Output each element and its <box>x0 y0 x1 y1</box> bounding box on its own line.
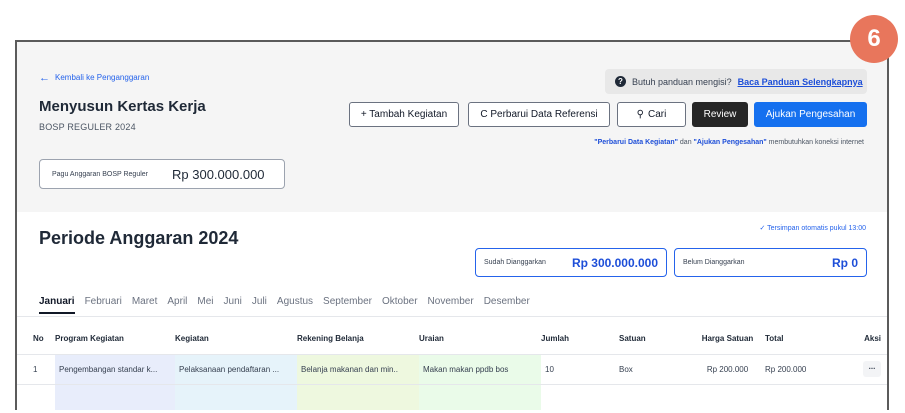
cell-rekening: Belanja makanan dan min.. <box>297 354 419 385</box>
budgeted-value: Rp 300.000.000 <box>571 255 658 270</box>
note-part2: dan <box>677 139 694 146</box>
tab-juni[interactable]: Juni <box>224 296 242 314</box>
budget-ceiling-card: Pagu Anggaran BOSP Reguler Rp 300.000.00… <box>39 159 285 189</box>
col-program: Program Kegiatan <box>55 324 175 355</box>
autosave-text: Tersimpan otomatis pukul 13:00 <box>767 225 866 232</box>
cell-kegiatan: Pelaksanaan pendaftaran ... <box>175 354 297 385</box>
tab-september[interactable]: September <box>323 296 372 314</box>
header-panel: ← Kembali ke Penganggaran Menyusun Kerta… <box>17 42 887 212</box>
budgeted-card: Sudah Dianggarkan Rp 300.000.000 <box>475 248 667 277</box>
check-icon: ✓ <box>759 225 766 232</box>
tabs-divider <box>17 316 887 317</box>
app-frame: ← Kembali ke Penganggaran Menyusun Kerta… <box>15 40 889 410</box>
note-part4: membutuhkan koneksi internet <box>766 139 864 146</box>
table-row[interactable]: 1 Pengembangan standar k... Pelaksanaan … <box>17 354 887 385</box>
col-no: No <box>17 324 55 355</box>
cell-jumlah: 10 <box>541 354 619 385</box>
budget-ceiling-label: Pagu Anggaran BOSP Reguler <box>52 170 148 178</box>
col-rekening: Rekening Belanja <box>297 324 419 355</box>
tab-maret[interactable]: Maret <box>132 296 158 314</box>
tab-april[interactable]: April <box>167 296 187 314</box>
col-satuan: Satuan <box>619 324 690 355</box>
tab-agustus[interactable]: Agustus <box>277 296 313 314</box>
unbudgeted-label: Belum Dianggarkan <box>683 259 745 266</box>
help-link[interactable]: Baca Panduan Selengkapnya <box>738 77 863 87</box>
refresh-reference-button[interactable]: C Perbarui Data Referensi <box>468 102 610 127</box>
submit-approval-button[interactable]: Ajukan Pengesahan <box>754 102 867 127</box>
col-kegiatan: Kegiatan <box>175 324 297 355</box>
cell-program: Pengembangan standar k... <box>55 354 175 385</box>
cell-uraian: Makan makan ppdb bos <box>419 354 541 385</box>
tab-juli[interactable]: Juli <box>252 296 267 314</box>
search-icon: ⚲ <box>636 109 644 120</box>
add-activity-button[interactable]: + Tambah Kegiatan <box>349 102 459 127</box>
col-harga: Harga Satuan <box>690 324 765 355</box>
search-button-label: Cari <box>647 109 667 120</box>
help-banner: ? Butuh panduan mengisi? Baca Panduan Se… <box>605 69 867 94</box>
arrow-left-icon: ← <box>39 71 50 84</box>
back-link[interactable]: ← Kembali ke Penganggaran <box>39 71 150 84</box>
cell-total: Rp 200.000 <box>765 354 845 385</box>
col-jumlah: Jumlah <box>541 324 619 355</box>
step-badge: 6 <box>850 15 898 63</box>
note-part1: "Perbarui Data Kegiatan" <box>594 139 678 146</box>
unbudgeted-value: Rp 0 <box>831 255 858 270</box>
tab-oktober[interactable]: Oktober <box>382 296 418 314</box>
budgeted-label: Sudah Dianggarkan <box>484 259 546 266</box>
unbudgeted-card: Belum Dianggarkan Rp 0 <box>674 248 867 277</box>
help-text: Butuh panduan mengisi? <box>632 76 732 87</box>
more-options-button[interactable]: ... <box>863 361 881 377</box>
page-title: Menyusun Kertas Kerja <box>39 98 206 115</box>
cell-satuan: Box <box>619 354 690 385</box>
cell-harga: Rp 200.000 <box>690 354 765 385</box>
col-total: Total <box>765 324 845 355</box>
table-header: No Program Kegiatan Kegiatan Rekening Be… <box>17 324 887 355</box>
back-link-label: Kembali ke Penganggaran <box>55 73 150 82</box>
cell-no: 1 <box>17 354 55 385</box>
tab-januari[interactable]: Januari <box>39 296 75 314</box>
col-uraian: Uraian <box>419 324 541 355</box>
month-tabs: Januari Februari Maret April Mei Juni Ju… <box>39 296 530 314</box>
activity-table: No Program Kegiatan Kegiatan Rekening Be… <box>17 324 887 410</box>
search-button[interactable]: ⚲ Cari <box>617 102 686 127</box>
page-subtitle: BOSP REGULER 2024 <box>39 122 136 132</box>
note-part3: "Ajukan Pengesahan" <box>693 139 767 146</box>
table-row-partial <box>17 384 887 410</box>
col-aksi: Aksi <box>845 324 887 355</box>
tab-februari[interactable]: Februari <box>85 296 122 314</box>
question-icon: ? <box>615 76 626 87</box>
connection-note: "Perbarui Data Kegiatan" dan "Ajukan Pen… <box>594 139 864 146</box>
budget-ceiling-value: Rp 300.000.000 <box>172 166 265 182</box>
tab-november[interactable]: November <box>428 296 474 314</box>
autosave-status: ✓ Tersimpan otomatis pukul 13:00 <box>759 224 866 232</box>
tab-mei[interactable]: Mei <box>197 296 213 314</box>
tab-desember[interactable]: Desember <box>484 296 530 314</box>
period-title: Periode Anggaran 2024 <box>39 228 239 248</box>
review-button[interactable]: Review <box>692 102 748 127</box>
